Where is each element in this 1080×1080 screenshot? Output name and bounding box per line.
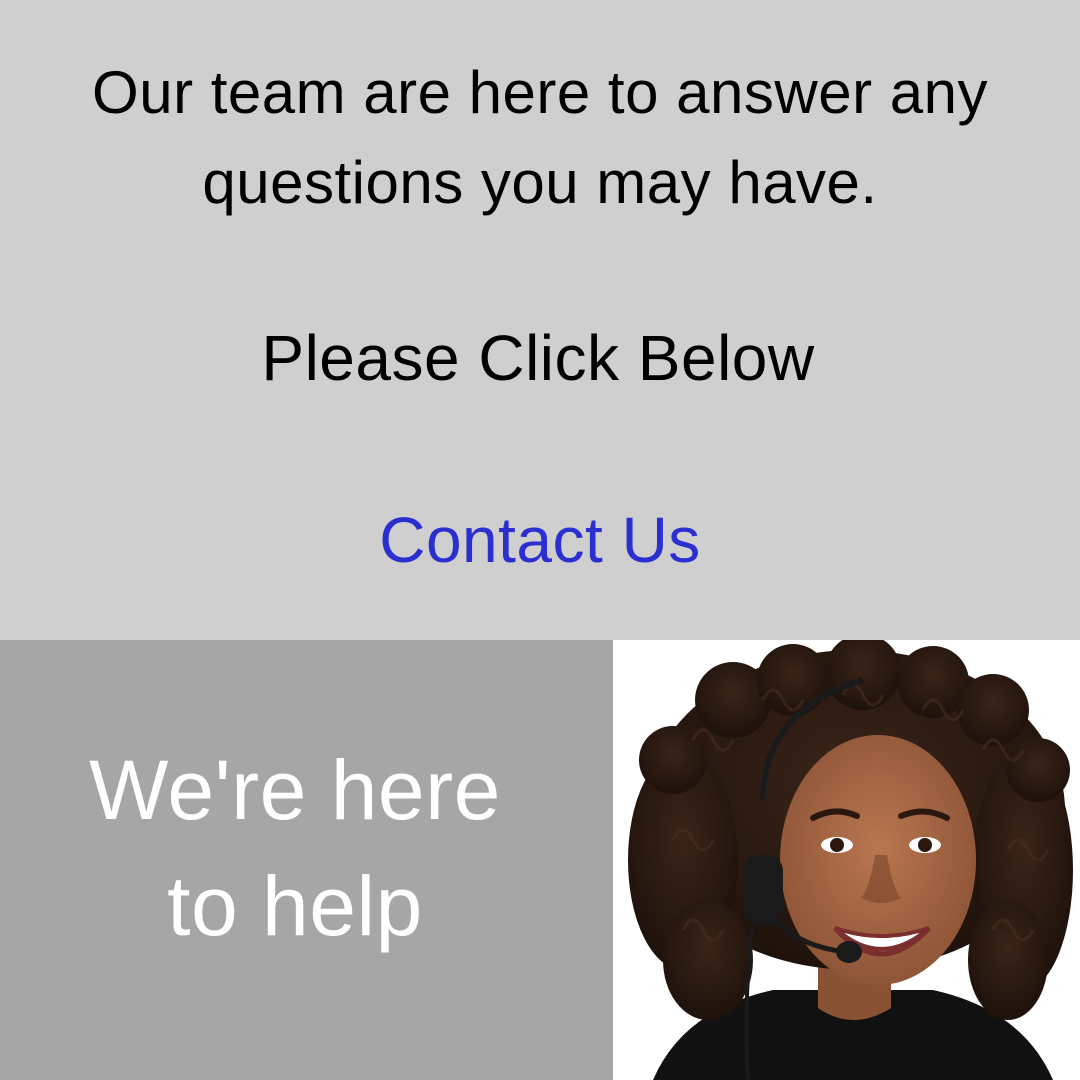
helper-message: We're here to help (60, 732, 530, 964)
intro-message: Our team are here to answer any question… (20, 48, 1060, 228)
helper-line-2: to help (167, 859, 423, 953)
support-photo-panel (613, 640, 1080, 1080)
click-prompt: Please Click Below (261, 322, 815, 394)
helper-panel: We're here to help (0, 640, 613, 1080)
support-agent-photo (613, 640, 1080, 1080)
helper-line-1: We're here (89, 743, 501, 837)
contact-us-link[interactable]: Contact Us (0, 500, 1080, 580)
intro-line-2: questions you may have. (202, 149, 878, 216)
info-panel: Our team are here to answer any question… (0, 0, 1080, 640)
intro-line-1: Our team are here to answer any (92, 59, 988, 126)
contact-banner: Our team are here to answer any question… (0, 0, 1080, 1080)
